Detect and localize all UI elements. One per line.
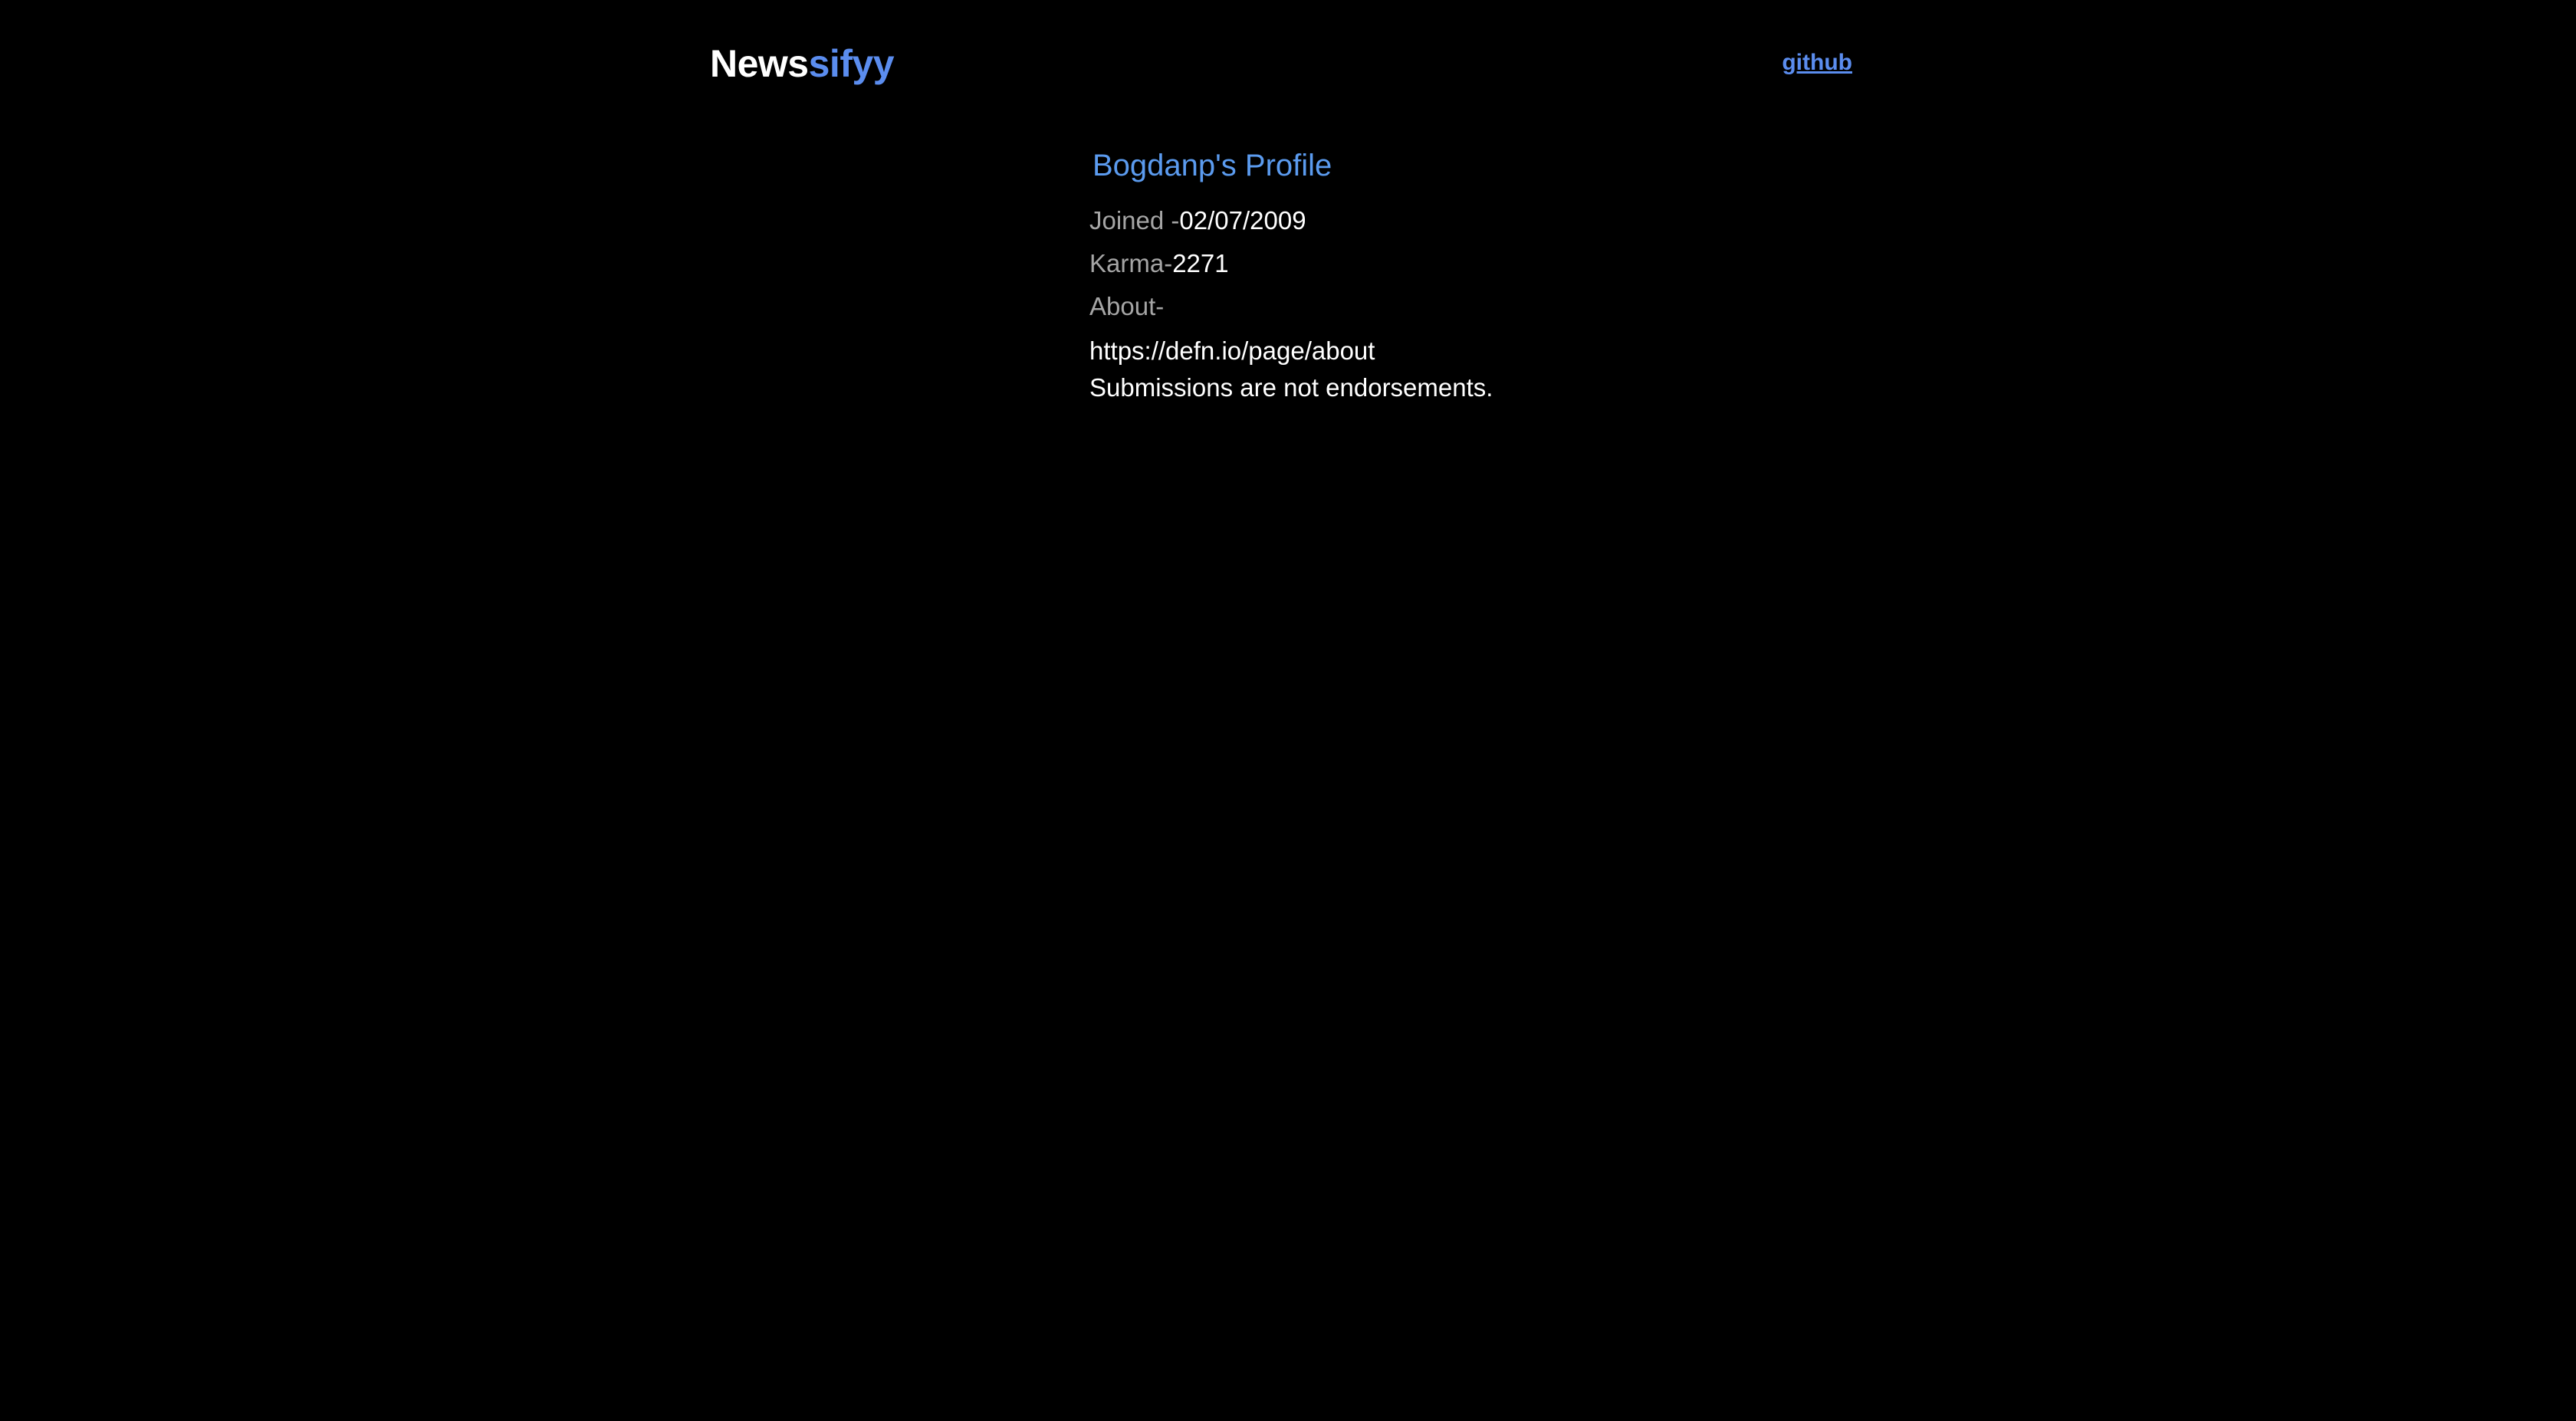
about-text: https://defn.io/page/about Submissions a…	[1089, 333, 1626, 406]
about-line-url: https://defn.io/page/about	[1089, 336, 1375, 365]
github-link[interactable]: github	[1782, 48, 1852, 78]
brand-text-sifyy: sifyy	[808, 42, 895, 85]
joined-value: 02/07/2009	[1179, 206, 1306, 235]
joined-label: Joined -	[1089, 206, 1180, 235]
site-header: Newssifyy github	[710, 38, 1852, 92]
about-line-disclaimer: Submissions are not endorsements.	[1089, 373, 1493, 402]
brand-text-news: News	[710, 42, 809, 85]
joined-row: Joined -02/07/2009	[1089, 204, 1626, 238]
profile-section: Bogdanp's Profile Joined -02/07/2009 Kar…	[1089, 146, 1626, 406]
karma-value: 2271	[1172, 249, 1229, 277]
site-logo[interactable]: Newssifyy	[710, 38, 895, 89]
profile-title: Bogdanp's Profile	[1092, 149, 1332, 182]
about-row: About-	[1089, 290, 1626, 323]
karma-row: Karma-2271	[1089, 247, 1626, 281]
karma-label: Karma-	[1089, 249, 1173, 277]
about-label: About-	[1089, 292, 1165, 320]
